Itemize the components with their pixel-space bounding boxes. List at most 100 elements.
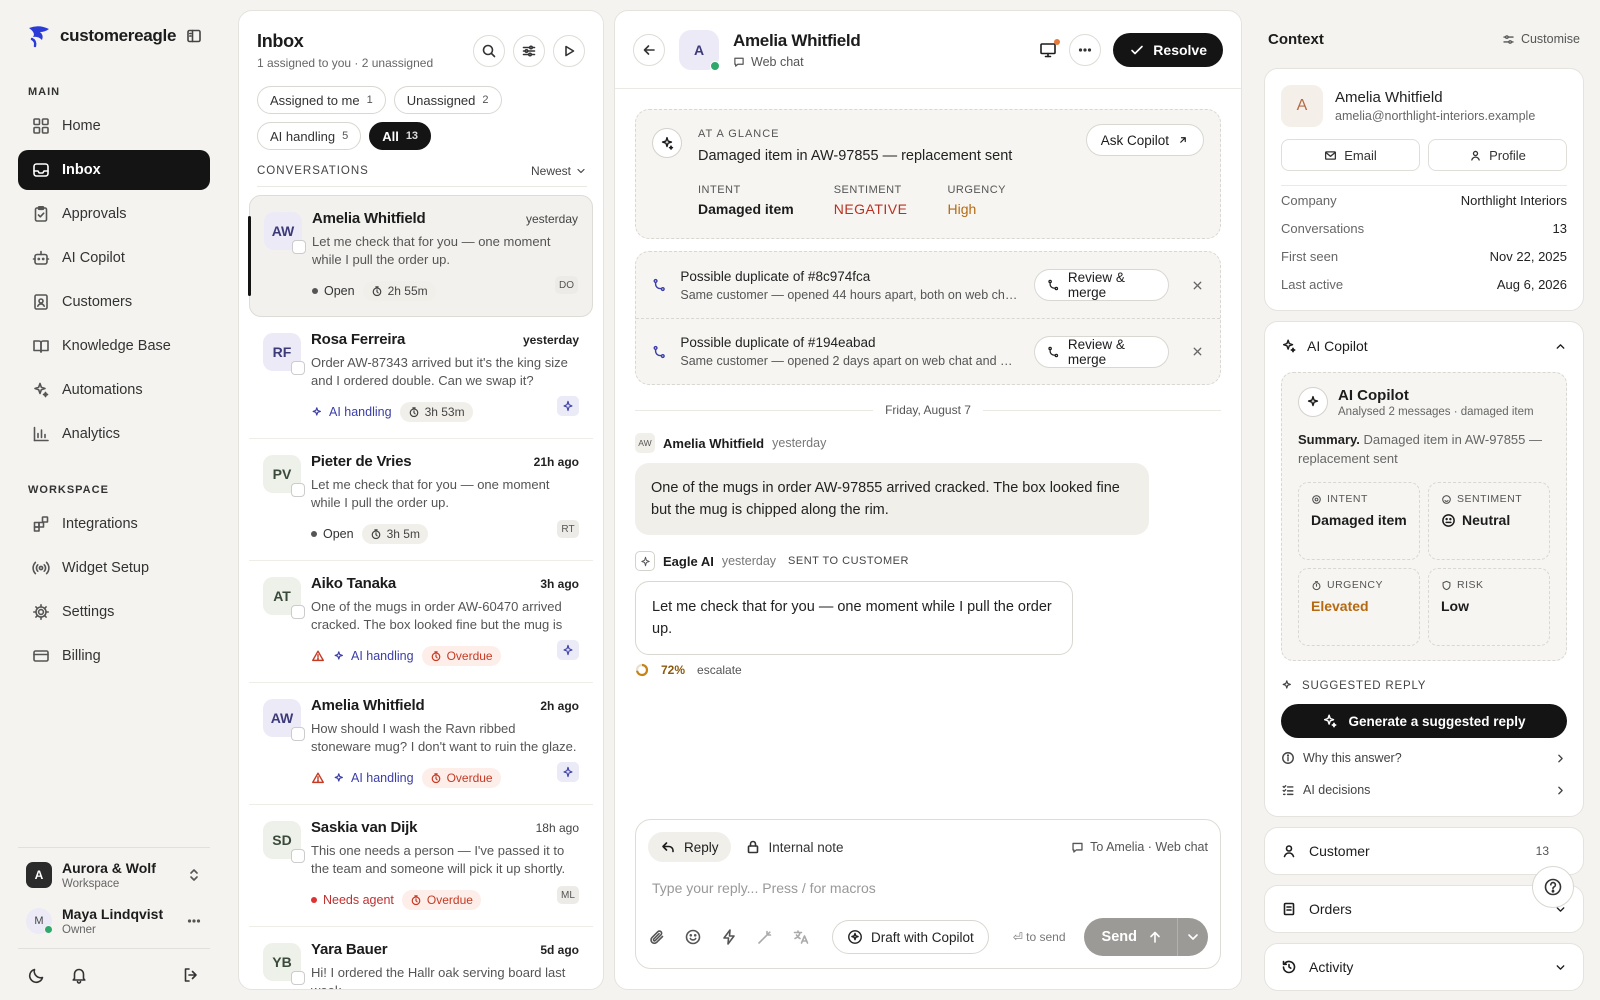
ask-copilot-button[interactable]: Ask Copilot — [1085, 124, 1204, 156]
inbox-panel: Inbox 1 assigned to you · 2 unassigned A… — [238, 10, 604, 990]
sort-dropdown[interactable]: Newest — [531, 164, 587, 178]
sidebar-item-knowledge-base[interactable]: Knowledge Base — [18, 326, 210, 366]
paperclip-icon[interactable] — [648, 928, 666, 946]
ai-sparkle-icon — [557, 396, 579, 416]
customise-button[interactable]: Customise — [1502, 32, 1580, 46]
sidebar-toggle-icon[interactable] — [186, 28, 202, 44]
conversation-item[interactable]: AW Amelia Whitfield 2h ago How should I w… — [249, 683, 593, 805]
sidebar-item-inbox[interactable]: Inbox — [18, 150, 210, 190]
monitor-icon[interactable] — [1039, 38, 1061, 59]
chat-channel-icon — [291, 849, 305, 863]
workspace-switcher[interactable]: A Aurora & Wolf Workspace — [18, 847, 210, 902]
chip-ai-handling[interactable]: AI handling 5 — [257, 122, 362, 150]
field-key: First seen — [1281, 248, 1339, 264]
logout-icon[interactable] — [182, 966, 200, 984]
close-icon[interactable] — [1191, 345, 1204, 358]
chat-channel-icon — [291, 971, 305, 985]
conversation-header: A Amelia Whitfield Web chat Resolve — [615, 11, 1241, 89]
draft-with-copilot-button[interactable]: Draft with Copilot — [832, 920, 989, 954]
why-this-answer-link[interactable]: Why this answer? — [1281, 742, 1567, 774]
reply-tab[interactable]: Reply — [648, 832, 731, 862]
conversation-item[interactable]: AT Aiko Tanaka 3h ago One of the mugs in … — [249, 561, 593, 683]
send-hint: ⏎ to send — [1012, 930, 1066, 944]
customer-name: Amelia Whitfield — [733, 30, 861, 50]
sidebar-item-analytics[interactable]: Analytics — [18, 414, 210, 454]
receipt-icon — [1283, 902, 1295, 916]
magic-wand-icon[interactable] — [756, 928, 774, 946]
conversation-item[interactable]: SD Saskia van Dijk 18h ago This one needs… — [249, 805, 593, 927]
sidebar-footer: A Aurora & Wolf Workspace M Maya Lindqvi… — [18, 847, 210, 1000]
avatar-initials: RF — [272, 344, 292, 360]
conversation-item[interactable]: AW Amelia Whitfield yesterday Let me chec… — [248, 195, 593, 317]
send-options-chevron-icon[interactable] — [1178, 929, 1208, 945]
internal-note-tab[interactable]: Internal note — [745, 839, 844, 855]
email-channel-icon — [291, 483, 305, 497]
bell-icon[interactable] — [70, 966, 88, 984]
conversation-snippet: How should I wash the Ravn ribbed stonew… — [311, 721, 577, 754]
activity-section[interactable]: Activity — [1264, 943, 1584, 991]
duplicate-row: Possible duplicate of #8c974fca Same cus… — [636, 252, 1220, 318]
stat-key: RISK — [1457, 579, 1484, 591]
lightning-icon[interactable] — [720, 928, 738, 946]
conversation-item[interactable]: RF Rosa Ferreira yesterday Order AW-87343… — [249, 317, 593, 439]
emoji-icon[interactable] — [684, 928, 702, 946]
conversation-name: Amelia Whitfield — [311, 697, 425, 714]
reply-input[interactable]: Type your reply... Press / for macros — [652, 880, 1204, 896]
section-label: Customer — [1309, 843, 1370, 859]
review-merge-button[interactable]: Review & merge — [1034, 269, 1169, 301]
play-button[interactable] — [553, 35, 585, 67]
customer-section[interactable]: Customer 13 — [1264, 827, 1584, 875]
timer-icon — [1312, 580, 1321, 590]
sidebar-item-label: AI Copilot — [62, 250, 125, 266]
translate-icon[interactable] — [792, 928, 810, 946]
user-profile[interactable]: M Maya Lindqvist Owner — [18, 902, 210, 948]
close-icon[interactable] — [1191, 279, 1204, 292]
chevron-up-icon — [1556, 343, 1565, 349]
chat-channel-icon — [292, 240, 306, 254]
more-button[interactable] — [1069, 33, 1102, 66]
generate-reply-button[interactable]: Generate a suggested reply — [1281, 704, 1567, 738]
email-button[interactable]: Email — [1281, 139, 1420, 171]
chip-assigned-to-me[interactable]: Assigned to me 1 — [257, 86, 386, 114]
profile-button[interactable]: Profile — [1428, 139, 1567, 171]
back-button[interactable] — [633, 33, 665, 66]
brand-name: customereagle — [60, 26, 177, 45]
target-icon — [1312, 494, 1321, 504]
timer-icon — [409, 407, 418, 418]
sidebar-item-home[interactable]: Home — [18, 106, 210, 146]
sidebar-item-widget-setup[interactable]: Widget Setup — [18, 548, 210, 588]
send-button[interactable]: Send — [1083, 918, 1208, 956]
sidebar-item-label: Automations — [62, 382, 143, 398]
conversation-item[interactable]: PV Pieter de Vries 21h ago Let me check t… — [249, 439, 593, 561]
sidebar-item-settings[interactable]: Settings — [18, 592, 210, 632]
sidebar-item-ai-copilot[interactable]: AI Copilot — [18, 238, 210, 278]
sidebar-item-approvals[interactable]: Approvals — [18, 194, 210, 234]
assignee-badge: RT — [557, 520, 579, 538]
chip-all[interactable]: All 13 — [369, 122, 432, 150]
chip-unassigned[interactable]: Unassigned 2 — [393, 86, 502, 114]
filter-button[interactable] — [513, 35, 545, 67]
grid-icon — [33, 118, 49, 134]
ai-copilot-header[interactable]: AI Copilot — [1281, 334, 1567, 358]
moon-icon[interactable] — [28, 966, 46, 984]
sidebar-item-customers[interactable]: Customers — [18, 282, 210, 322]
more-horizontal-icon[interactable] — [186, 913, 202, 929]
clipboard-check-icon — [34, 205, 48, 222]
avatar-initials: PV — [272, 466, 292, 482]
sidebar-item-integrations[interactable]: Integrations — [18, 504, 210, 544]
profile-name: Amelia Whitfield — [1335, 89, 1443, 106]
resolve-button[interactable]: Resolve — [1113, 32, 1223, 67]
stat-value: Low — [1441, 598, 1469, 614]
help-button[interactable] — [1532, 866, 1574, 908]
conversation-time: 2h ago — [540, 699, 579, 713]
suggested-reply-label: SUGGESTED REPLY — [1281, 679, 1567, 692]
sidebar-item-automations[interactable]: Automations — [18, 370, 210, 410]
sliders-icon — [522, 45, 536, 57]
search-button[interactable] — [473, 35, 505, 67]
lock-icon — [747, 840, 758, 854]
sidebar-item-billing[interactable]: Billing — [18, 636, 210, 676]
conversation-item[interactable]: YB Yara Bauer 5d ago Hi! I ordered the Ha… — [249, 927, 593, 989]
review-merge-button[interactable]: Review & merge — [1034, 335, 1169, 368]
ai-decisions-link[interactable]: AI decisions — [1281, 774, 1567, 806]
check-icon — [1131, 45, 1144, 54]
